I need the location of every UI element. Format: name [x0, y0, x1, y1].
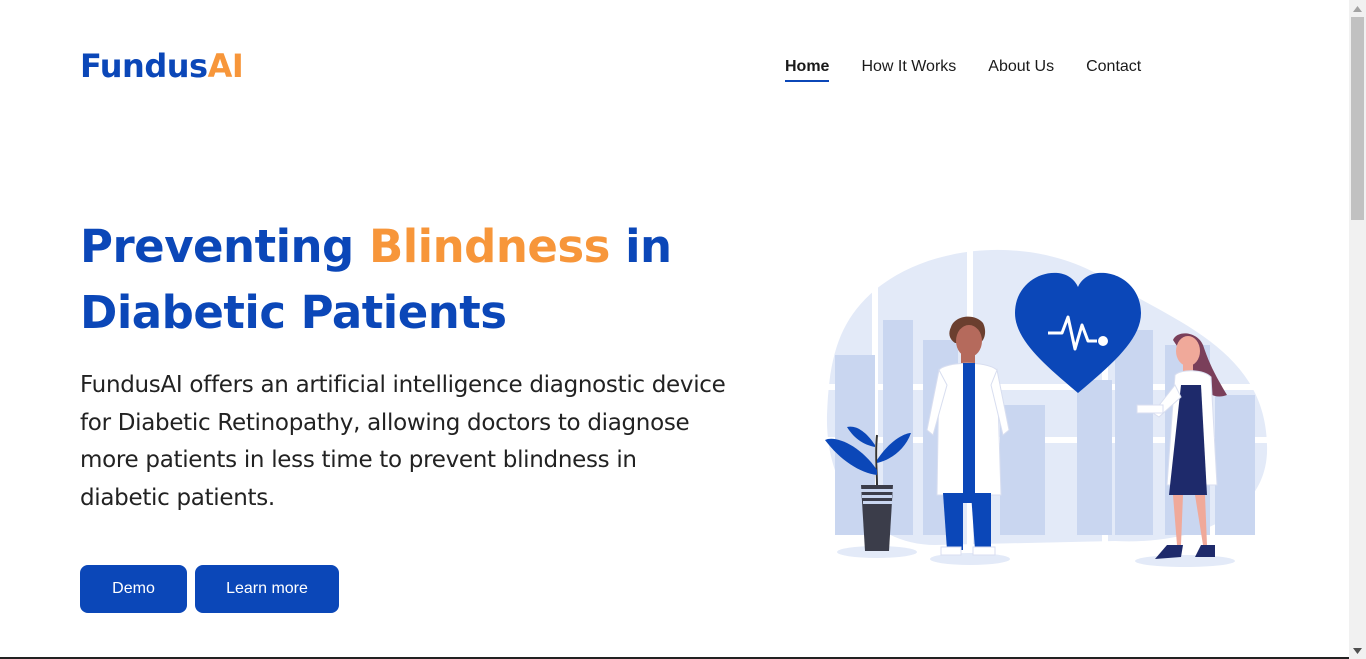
logo-text-primary: Fundus	[80, 47, 208, 85]
vertical-scrollbar[interactable]	[1349, 0, 1366, 659]
hero-description: FundusAI offers an artificial intelligen…	[80, 372, 726, 511]
scroll-up-arrow-icon[interactable]	[1349, 0, 1366, 17]
nav-item-how-it-works[interactable]: How It Works	[861, 56, 956, 82]
learn-more-button[interactable]: Learn more	[195, 565, 339, 613]
logo-text-accent: AI	[207, 47, 244, 85]
hero-title-part1: Preventing	[80, 220, 369, 273]
main-nav: Home How It Works About Us Contact	[785, 56, 1141, 82]
demo-button[interactable]: Demo	[80, 565, 187, 613]
logo[interactable]: FundusAI	[80, 46, 244, 86]
page: FundusAI Home How It Works About Us Cont…	[0, 0, 1349, 659]
hero-title: Preventing Blindness in Diabetic Patient…	[80, 214, 720, 346]
scrollbar-thumb[interactable]	[1351, 17, 1364, 220]
doctors-heart-illustration	[825, 249, 1270, 567]
nav-item-contact[interactable]: Contact	[1086, 56, 1141, 82]
hero-title-accent: Blindness	[368, 220, 611, 273]
nav-item-home[interactable]: Home	[785, 56, 830, 82]
nurse-shadow	[1135, 555, 1235, 567]
nav-item-about-us[interactable]: About Us	[988, 56, 1054, 82]
scroll-down-arrow-icon[interactable]	[1349, 642, 1366, 659]
